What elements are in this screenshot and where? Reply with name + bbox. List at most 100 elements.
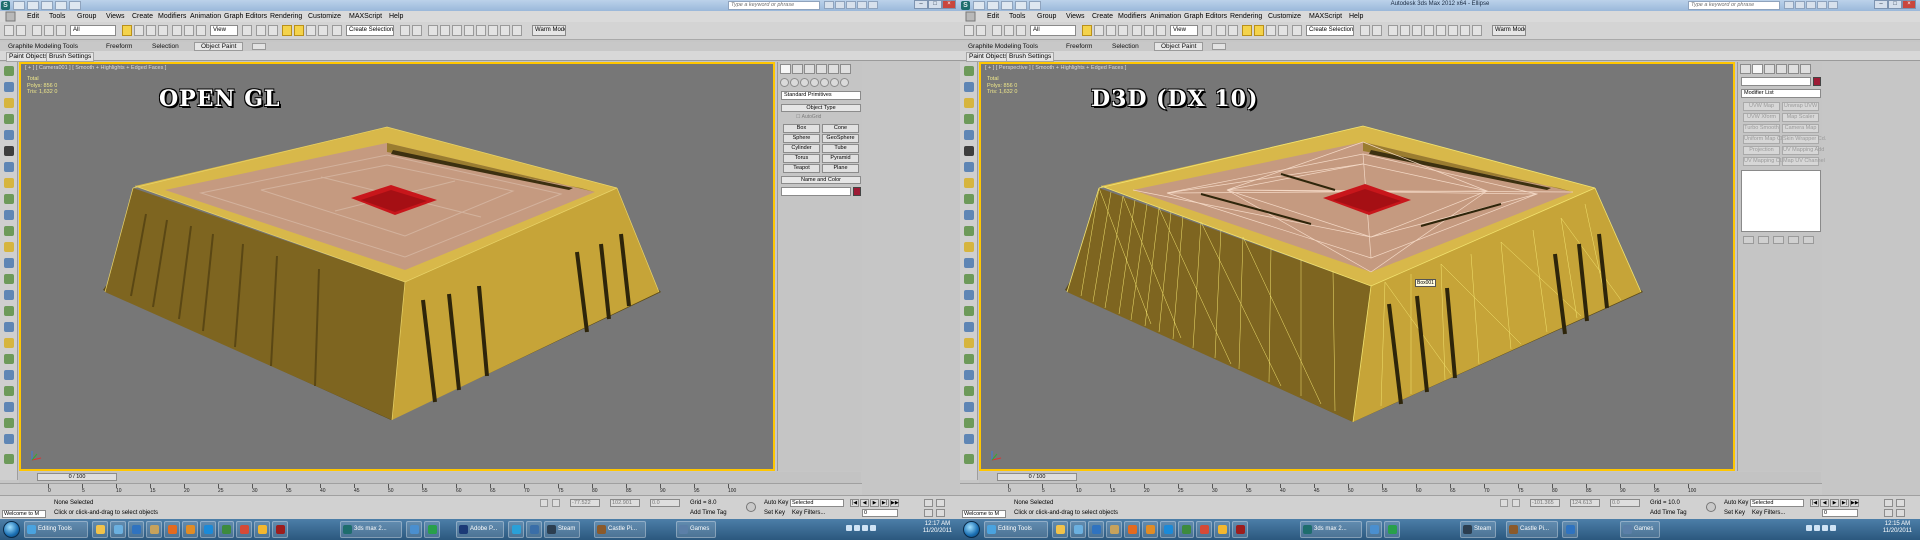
go-to-start-icon[interactable]: |◀ [850, 499, 859, 507]
modifier-set-button[interactable]: Camera Map [1782, 124, 1819, 133]
motion-tab-icon[interactable] [1776, 64, 1787, 74]
modifier-set-button[interactable]: Map Scaler [1782, 113, 1819, 122]
angle-snap-icon[interactable] [294, 25, 304, 36]
layout-icon[interactable] [4, 258, 14, 268]
redo-icon[interactable] [16, 25, 26, 36]
layout-icon[interactable] [964, 146, 974, 156]
layout-icon[interactable] [4, 114, 14, 124]
layout-icon[interactable] [964, 162, 974, 172]
layout-icon[interactable] [4, 370, 14, 380]
graphite-toggle-icon[interactable] [1400, 25, 1410, 36]
start-orb-icon[interactable] [963, 521, 980, 538]
layout-icon[interactable] [964, 98, 974, 108]
modifier-set-button[interactable]: UV Mapping Add [1782, 146, 1824, 155]
layout-icon[interactable] [964, 66, 974, 76]
schematic-view-icon[interactable] [464, 25, 474, 36]
menu-edit[interactable]: Edit [27, 12, 39, 21]
ribbon-options-icon[interactable] [252, 43, 266, 50]
tray-icon[interactable] [854, 525, 860, 531]
rotate-icon[interactable] [184, 25, 194, 36]
orbit-icon[interactable] [1884, 509, 1893, 517]
layout-icon[interactable] [4, 402, 14, 412]
x-coordinate[interactable]: -101.365 [1530, 499, 1560, 507]
start-orb-icon[interactable] [3, 521, 20, 538]
help-icon[interactable] [868, 1, 878, 9]
move-icon[interactable] [172, 25, 182, 36]
spinner-snap-icon[interactable] [318, 25, 328, 36]
zoom-icon[interactable] [1884, 499, 1893, 507]
lights-icon[interactable] [800, 78, 809, 87]
paint-objects-panel[interactable]: Paint Objects [966, 52, 1011, 62]
pan-icon[interactable] [1896, 499, 1905, 507]
menu-views[interactable]: Views [1066, 12, 1085, 21]
selection-filter-dropdown[interactable]: All [70, 25, 116, 36]
box-button[interactable]: Box [783, 124, 820, 133]
maximize-icon[interactable]: □ [1888, 0, 1902, 9]
next-frame-icon[interactable]: ▶| [880, 499, 889, 507]
select-by-name-icon[interactable] [134, 25, 144, 36]
cone-button[interactable]: Cone [822, 124, 859, 133]
link-icon[interactable] [992, 25, 1002, 36]
previous-frame-icon[interactable]: ◀ [1820, 499, 1829, 507]
layout-icon[interactable] [4, 274, 14, 284]
tab-object-paint[interactable]: Object Paint [194, 42, 244, 51]
spinner-snap-icon[interactable] [1278, 25, 1288, 36]
taskbar-app-icon[interactable] [1214, 521, 1230, 538]
tab-object-paint[interactable]: Object Paint [1154, 42, 1204, 51]
redo-icon[interactable] [976, 25, 986, 36]
layout-icon[interactable] [964, 454, 974, 464]
search-input[interactable]: Type a keyword or phrase [728, 1, 820, 10]
select-manipulate-icon[interactable] [1216, 25, 1226, 36]
menu-graph-editors[interactable]: Graph Editors [1184, 12, 1227, 21]
taskbar-app-icon[interactable] [182, 521, 198, 538]
track-bar[interactable]: 0 5 10 15 20 25 30 35 40 45 50 55 60 65 … [960, 483, 1822, 495]
add-time-tag[interactable]: Add Time Tag [690, 509, 727, 517]
select-manipulate-icon[interactable] [256, 25, 266, 36]
go-to-end-icon[interactable]: ▶▶ [1850, 499, 1859, 507]
key-filters-button[interactable]: Key Filters... [792, 509, 825, 517]
modifier-set-button[interactable]: UVW Map [1743, 102, 1780, 111]
play-icon[interactable]: ▶ [870, 499, 879, 507]
torus-button[interactable]: Torus [783, 154, 820, 163]
hierarchy-tab-icon[interactable] [1764, 64, 1775, 74]
lock-selection-icon[interactable] [540, 499, 548, 507]
sphere-button[interactable]: Sphere [783, 134, 820, 143]
object-name-field[interactable] [781, 187, 851, 196]
key-icon[interactable] [746, 502, 756, 512]
layout-icon[interactable] [4, 194, 14, 204]
tray-icon[interactable] [1806, 525, 1812, 531]
set-key-button[interactable]: Set Key [1724, 509, 1745, 517]
taskbar-app-icon[interactable] [526, 521, 542, 538]
taskbar-app-icon[interactable] [1124, 521, 1140, 538]
tab-freeform[interactable]: Freeform [106, 43, 132, 50]
tray-icon[interactable] [846, 525, 852, 531]
rotate-icon[interactable] [1144, 25, 1154, 36]
align-icon[interactable] [1372, 25, 1382, 36]
layout-icon[interactable] [4, 290, 14, 300]
menu-group[interactable]: Group [1037, 12, 1056, 21]
modifier-set-button[interactable]: Projection [1743, 146, 1780, 155]
layout-icon[interactable] [964, 274, 974, 284]
menu-rendering[interactable]: Rendering [1230, 12, 1262, 21]
display-tab-icon[interactable] [1788, 64, 1799, 74]
modifier-set-button[interactable]: UV Mapping Cl. [1743, 157, 1783, 166]
autogrid-checkbox[interactable]: ☐ AutoGrid [796, 114, 821, 120]
current-frame-field[interactable]: 0 [1822, 509, 1858, 517]
edit-named-selection-icon[interactable] [1292, 25, 1302, 36]
tray-icon[interactable] [862, 525, 868, 531]
snap-icon[interactable] [282, 25, 292, 36]
shapes-icon[interactable] [790, 78, 799, 87]
cameras-icon[interactable] [810, 78, 819, 87]
modifier-set-button[interactable]: Uniform Map Ch. [1743, 135, 1786, 144]
menu-logo-icon[interactable] [4, 11, 22, 22]
mirror-icon[interactable] [400, 25, 410, 36]
z-coordinate[interactable]: 0.0 [1610, 499, 1640, 507]
menu-animation[interactable]: Animation [1150, 12, 1181, 21]
tube-button[interactable]: Tube [822, 144, 859, 153]
modifier-set-button[interactable]: Unwrap UVW [1782, 102, 1819, 111]
layout-icon[interactable] [964, 82, 974, 92]
show-end-result-icon[interactable] [1758, 236, 1769, 244]
open-file-icon[interactable] [27, 1, 39, 10]
taskbar-app-icon[interactable] [1052, 521, 1068, 538]
modify-tab-icon[interactable] [792, 64, 803, 74]
